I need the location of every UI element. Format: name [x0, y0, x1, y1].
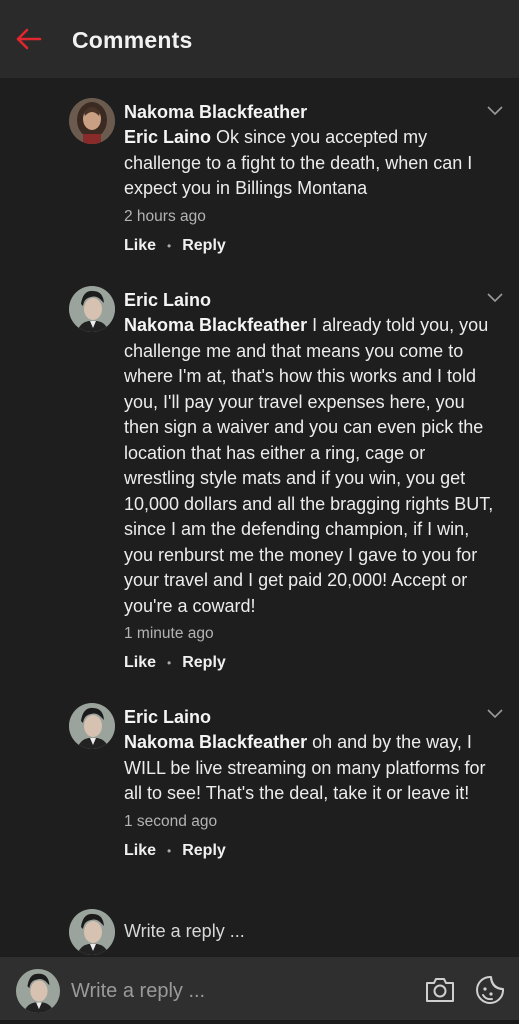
comment-timestamp: 1 minute ago	[124, 625, 214, 642]
like-button[interactable]: Like	[124, 237, 156, 255]
comment-author[interactable]: Eric Laino	[124, 288, 496, 313]
inline-reply-prompt[interactable]: Write a reply ...	[124, 921, 245, 942]
comment-body: Eric Laino Nakoma Blackfeather oh and by…	[124, 705, 496, 860]
comment-actions: Like • Reply	[124, 842, 496, 860]
comment-actions: Like • Reply	[124, 237, 496, 255]
comment-actions: Like • Reply	[124, 654, 496, 672]
top-bar: Comments	[0, 0, 519, 78]
comment-author[interactable]: Eric Laino	[124, 705, 496, 730]
avatar[interactable]	[69, 98, 115, 144]
current-user-avatar	[69, 909, 115, 955]
like-button[interactable]: Like	[124, 654, 156, 672]
separator-dot: •	[167, 656, 172, 670]
page-title: Comments	[72, 27, 193, 53]
avatar[interactable]	[69, 703, 115, 749]
like-button[interactable]: Like	[124, 842, 156, 860]
chevron-down-icon[interactable]	[486, 708, 504, 720]
chevron-down-icon[interactable]	[486, 105, 504, 117]
current-user-avatar	[16, 969, 60, 1013]
separator-dot: •	[167, 238, 172, 253]
comment-body: Eric Laino Nakoma Blackfeather I already…	[124, 288, 496, 672]
comment-body: Nakoma Blackfeather Eric Laino Ok since …	[124, 100, 496, 255]
mention[interactable]: Eric Laino	[124, 127, 211, 147]
comment-text: Eric Laino Ok since you accepted my chal…	[124, 125, 496, 202]
comment-text: Nakoma Blackfeather I already told you, …	[124, 313, 496, 619]
reply-button[interactable]: Reply	[182, 654, 226, 672]
reply-button[interactable]: Reply	[182, 237, 226, 255]
separator-dot: •	[167, 843, 172, 858]
sticker-icon[interactable]	[474, 974, 506, 1006]
back-arrow-icon[interactable]	[14, 27, 42, 51]
reply-button[interactable]: Reply	[182, 842, 226, 860]
comment-timestamp: 1 second ago	[124, 812, 218, 830]
comment-message: I already told you, you challenge me and…	[124, 315, 494, 616]
comment-timestamp: 2 hours ago	[124, 207, 206, 225]
bottom-edge	[0, 1020, 519, 1024]
camera-icon[interactable]	[424, 975, 456, 1005]
comment-text: Nakoma Blackfeather oh and by the way, I…	[124, 730, 496, 807]
mention[interactable]: Nakoma Blackfeather	[124, 732, 307, 752]
comment-author[interactable]: Nakoma Blackfeather	[124, 100, 496, 125]
reply-input[interactable]	[71, 977, 391, 1005]
chevron-down-icon[interactable]	[486, 292, 504, 304]
mention[interactable]: Nakoma Blackfeather	[124, 315, 307, 335]
avatar[interactable]	[69, 286, 115, 332]
